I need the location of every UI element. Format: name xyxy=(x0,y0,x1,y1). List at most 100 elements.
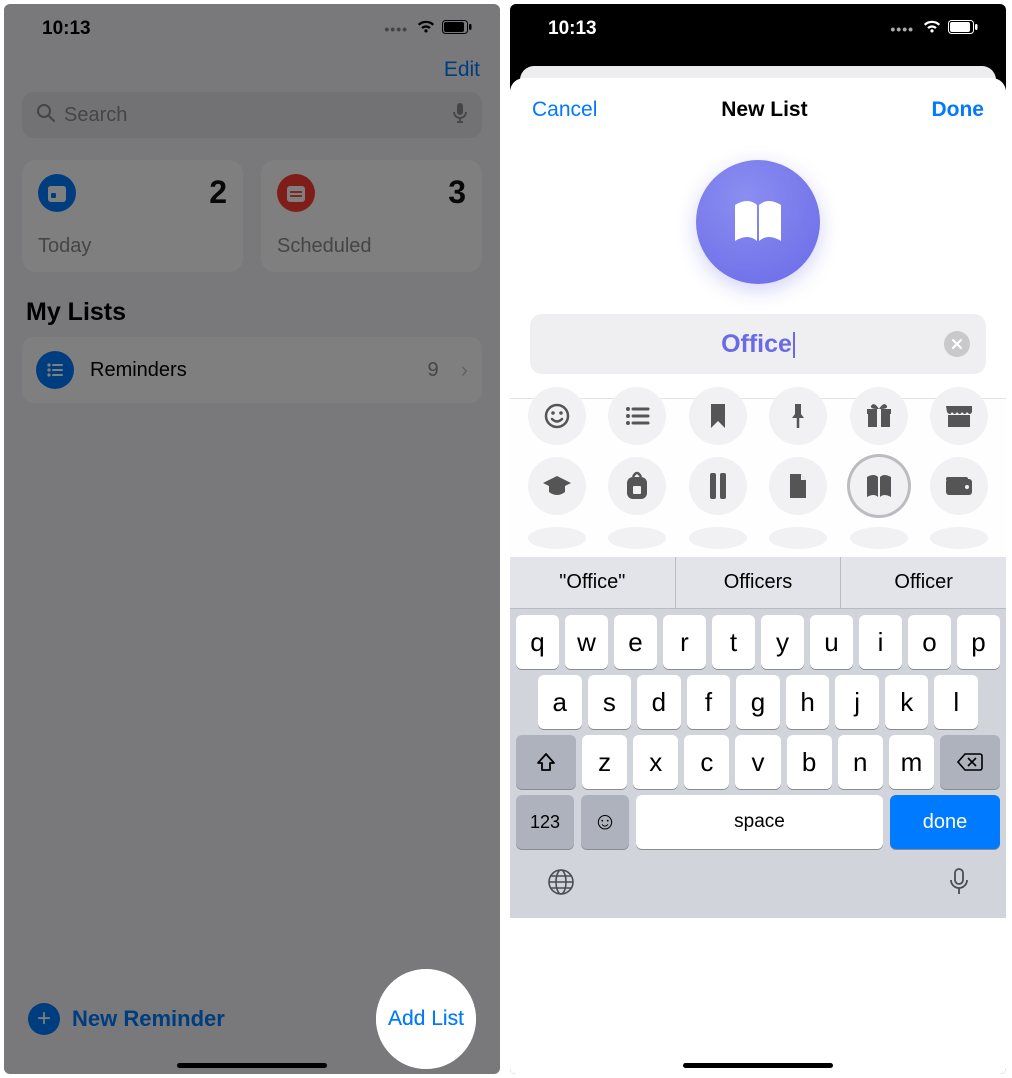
graduation-icon[interactable] xyxy=(528,457,586,515)
home-indicator[interactable] xyxy=(683,1063,833,1068)
keyboard-footer xyxy=(510,857,1006,916)
key-j[interactable]: j xyxy=(835,675,879,729)
numbers-key[interactable]: 123 xyxy=(516,795,574,849)
new-reminder-button[interactable]: + New Reminder xyxy=(28,1003,225,1035)
backspace-key[interactable] xyxy=(940,735,1000,789)
key-v[interactable]: v xyxy=(735,735,780,789)
list-icon-preview xyxy=(696,160,820,284)
today-label: Today xyxy=(38,235,227,258)
ruler-icon[interactable] xyxy=(689,457,747,515)
utensils-icon[interactable] xyxy=(689,527,747,549)
key-i[interactable]: i xyxy=(859,615,902,669)
home-indicator[interactable] xyxy=(177,1063,327,1068)
chevron-right-icon: › xyxy=(461,357,468,383)
globe-icon[interactable] xyxy=(546,867,576,902)
list-item-reminders[interactable]: Reminders 9 › xyxy=(22,337,482,403)
keyboard-row-3: z x c v b n m xyxy=(510,729,1006,789)
key-x[interactable]: x xyxy=(633,735,678,789)
key-m[interactable]: m xyxy=(889,735,934,789)
store-icon[interactable] xyxy=(930,387,988,445)
space-key[interactable]: space xyxy=(636,795,883,849)
cancel-button[interactable]: Cancel xyxy=(532,98,597,122)
clear-text-button[interactable] xyxy=(944,331,970,357)
list-name-value: Office xyxy=(721,330,795,359)
calendar-scheduled-icon xyxy=(277,174,315,212)
dictation-icon[interactable] xyxy=(452,102,468,129)
glyph-picker[interactable] xyxy=(510,398,1006,557)
list-count: 9 xyxy=(428,359,439,382)
status-bar: 10:13 •••• xyxy=(4,4,500,54)
plus-circle-icon: + xyxy=(28,1003,60,1035)
status-time: 10:13 xyxy=(548,18,597,40)
key-y[interactable]: y xyxy=(761,615,804,669)
key-q[interactable]: q xyxy=(516,615,559,669)
battery-icon xyxy=(948,18,978,40)
key-p[interactable]: p xyxy=(957,615,1000,669)
card-icon[interactable] xyxy=(608,527,666,549)
emoji-key[interactable]: ☺ xyxy=(581,795,629,849)
status-bar: 10:13 •••• xyxy=(510,4,1006,54)
dictation-icon[interactable] xyxy=(948,867,970,902)
key-h[interactable]: h xyxy=(786,675,830,729)
keyboard-row-4: 123 ☺ space done xyxy=(510,789,1006,857)
suggestion-2[interactable]: Officers xyxy=(676,557,842,608)
fork-icon[interactable] xyxy=(850,527,908,549)
gift-icon[interactable] xyxy=(850,387,908,445)
today-count: 2 xyxy=(209,174,227,211)
key-r[interactable]: r xyxy=(663,615,706,669)
key-n[interactable]: n xyxy=(838,735,883,789)
id-icon[interactable] xyxy=(528,527,586,549)
wallet-icon[interactable] xyxy=(930,457,988,515)
keyboard-row-1: q w e r t y u i o p xyxy=(510,609,1006,669)
scheduled-card[interactable]: 3 Scheduled xyxy=(261,160,482,272)
key-c[interactable]: c xyxy=(684,735,729,789)
search-placeholder: Search xyxy=(64,104,444,127)
new-list-sheet-screen: 10:13 •••• Cancel New List Done Office xyxy=(510,4,1006,1074)
key-w[interactable]: w xyxy=(565,615,608,669)
search-input[interactable]: Search xyxy=(22,92,482,138)
list-name: Reminders xyxy=(90,359,412,382)
key-t[interactable]: t xyxy=(712,615,755,669)
key-d[interactable]: d xyxy=(637,675,681,729)
key-g[interactable]: g xyxy=(736,675,780,729)
list-bullet-icon xyxy=(36,351,74,389)
key-z[interactable]: z xyxy=(582,735,627,789)
running-icon[interactable] xyxy=(769,527,827,549)
key-s[interactable]: s xyxy=(588,675,632,729)
reminders-home-screen: 10:13 •••• Edit Search 2 xyxy=(4,4,500,1074)
bookmark-icon[interactable] xyxy=(689,387,747,445)
list-name-input[interactable]: Office xyxy=(530,314,986,374)
cellular-dots-icon: •••• xyxy=(384,21,408,37)
key-e[interactable]: e xyxy=(614,615,657,669)
key-u[interactable]: u xyxy=(810,615,853,669)
smiley-icon[interactable] xyxy=(528,387,586,445)
key-o[interactable]: o xyxy=(908,615,951,669)
shift-key[interactable] xyxy=(516,735,576,789)
today-card[interactable]: 2 Today xyxy=(22,160,243,272)
keyboard: "Office" Officers Officer q w e r t y u … xyxy=(510,557,1006,918)
add-list-button[interactable]: Add List xyxy=(388,1007,464,1031)
backpack-icon[interactable] xyxy=(608,457,666,515)
key-f[interactable]: f xyxy=(687,675,731,729)
new-reminder-label: New Reminder xyxy=(72,1006,225,1032)
edit-button[interactable]: Edit xyxy=(444,58,480,82)
pin-icon[interactable] xyxy=(769,387,827,445)
list-icon[interactable] xyxy=(608,387,666,445)
document-icon[interactable] xyxy=(769,457,827,515)
book-icon[interactable] xyxy=(850,457,908,515)
suggestion-1[interactable]: "Office" xyxy=(510,557,676,608)
status-time: 10:13 xyxy=(42,18,91,40)
keyboard-row-2: a s d f g h j k l xyxy=(510,669,1006,729)
keyboard-done-key[interactable]: done xyxy=(890,795,1000,849)
wine-icon[interactable] xyxy=(930,527,988,549)
scheduled-label: Scheduled xyxy=(277,235,466,258)
suggestion-bar: "Office" Officers Officer xyxy=(510,557,1006,609)
key-k[interactable]: k xyxy=(885,675,929,729)
new-list-sheet: Cancel New List Done Office xyxy=(510,78,1006,1074)
key-b[interactable]: b xyxy=(787,735,832,789)
cellular-dots-icon: •••• xyxy=(890,21,914,37)
key-l[interactable]: l xyxy=(934,675,978,729)
suggestion-3[interactable]: Officer xyxy=(841,557,1006,608)
done-button[interactable]: Done xyxy=(931,98,984,122)
key-a[interactable]: a xyxy=(538,675,582,729)
